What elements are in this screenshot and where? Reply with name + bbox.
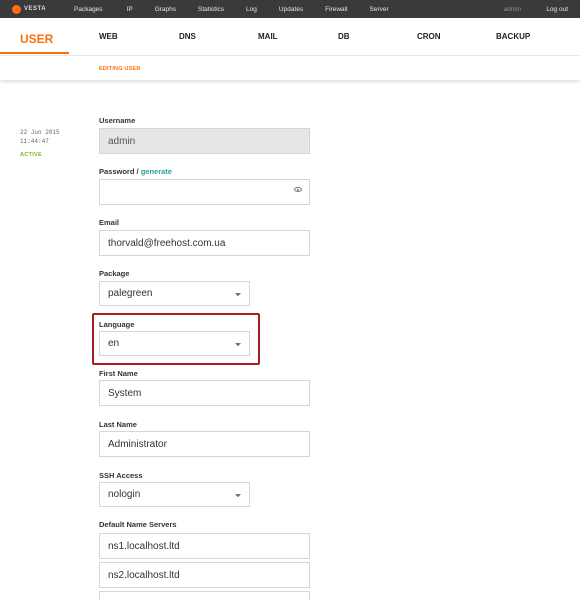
- username-field: admin: [99, 128, 310, 154]
- name-server-3-field[interactable]: [99, 591, 310, 600]
- password-field[interactable]: [99, 179, 310, 205]
- top-user-area: admin Log out: [504, 6, 568, 13]
- email-field[interactable]: thorvald@freehost.com.ua: [99, 230, 310, 256]
- name-servers-label: Default Name Servers: [99, 520, 177, 529]
- tab-cron[interactable]: CRON: [417, 32, 441, 41]
- firstname-value: System: [108, 387, 142, 399]
- email-label: Email: [99, 218, 120, 227]
- top-nav-menu: Packages IP Graphs Statistics Log Update…: [60, 6, 504, 13]
- tab-dns[interactable]: DNS: [179, 32, 196, 41]
- topnav-statistics[interactable]: Statistics: [198, 6, 224, 13]
- top-navigation-bar: VESTA Packages IP Graphs Statistics Log …: [0, 0, 580, 18]
- ssh-access-value: nologin: [108, 489, 141, 500]
- created-date: 22 Jun 2015: [20, 129, 60, 136]
- vesta-logo[interactable]: VESTA: [12, 4, 60, 14]
- username-label: Username: [99, 116, 136, 125]
- name-server-1-value: ns1.localhost.ltd: [108, 540, 180, 552]
- package-select[interactable]: palegreen: [99, 281, 250, 306]
- password-label: Password / generate: [99, 167, 172, 176]
- tab-backup[interactable]: BACKUP: [496, 32, 530, 41]
- firstname-field[interactable]: System: [99, 380, 310, 406]
- lastname-value: Administrator: [108, 438, 167, 450]
- status-badge: ACTIVE: [20, 152, 42, 158]
- chevron-down-icon: [235, 292, 241, 296]
- name-server-1-field[interactable]: ns1.localhost.ltd: [99, 533, 310, 559]
- password-label-text: Password: [99, 167, 135, 176]
- topnav-firewall[interactable]: Firewall: [325, 6, 347, 13]
- logout-link[interactable]: Log out: [546, 6, 568, 13]
- logo-text: VESTA: [24, 6, 47, 12]
- topnav-graphs[interactable]: Graphs: [155, 6, 176, 13]
- topnav-packages[interactable]: Packages: [74, 6, 103, 13]
- topnav-ip[interactable]: IP: [127, 6, 133, 13]
- tab-web[interactable]: WEB: [99, 32, 118, 41]
- chevron-down-icon: [235, 493, 241, 497]
- topnav-log[interactable]: Log: [246, 6, 257, 13]
- sub-header: EDITING USER: [0, 55, 580, 80]
- email-value: thorvald@freehost.com.ua: [108, 237, 226, 249]
- page-title: EDITING USER: [99, 66, 141, 72]
- tab-mail[interactable]: MAIL: [258, 32, 278, 41]
- package-value: palegreen: [108, 288, 153, 299]
- name-server-2-field[interactable]: ns2.localhost.ltd: [99, 562, 310, 588]
- main-tabs: WEB DNS MAIL DB CRON BACKUP: [0, 18, 580, 54]
- lastname-label: Last Name: [99, 420, 137, 429]
- topnav-server[interactable]: Server: [370, 6, 389, 13]
- firstname-label: First Name: [99, 369, 138, 378]
- tab-db[interactable]: DB: [338, 32, 350, 41]
- eye-icon[interactable]: [294, 187, 302, 192]
- created-datetime: 22 Jun 2015 11:44:47: [20, 128, 60, 146]
- package-label: Package: [99, 269, 130, 278]
- current-user[interactable]: admin: [504, 6, 522, 13]
- lastname-field[interactable]: Administrator: [99, 431, 310, 457]
- ssh-access-label: SSH Access: [99, 471, 143, 480]
- created-time: 11:44:47: [20, 138, 49, 145]
- topnav-updates[interactable]: Updates: [279, 6, 303, 13]
- ssh-access-select[interactable]: nologin: [99, 482, 250, 507]
- language-highlight-box: [92, 313, 260, 365]
- name-server-2-value: ns2.localhost.ltd: [108, 569, 180, 581]
- generate-password-link[interactable]: generate: [141, 167, 172, 176]
- username-value: admin: [108, 135, 136, 147]
- vesta-logo-icon: [12, 4, 21, 14]
